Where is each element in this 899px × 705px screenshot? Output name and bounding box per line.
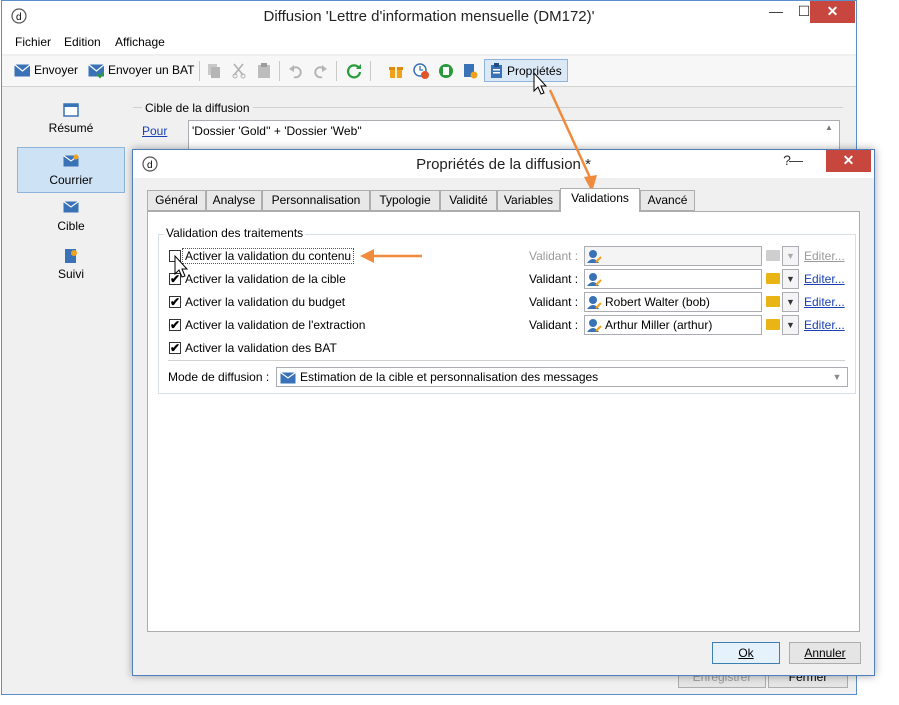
annotation-overlay	[174, 71, 597, 278]
tab-validations[interactable]: Validations	[560, 188, 640, 212]
